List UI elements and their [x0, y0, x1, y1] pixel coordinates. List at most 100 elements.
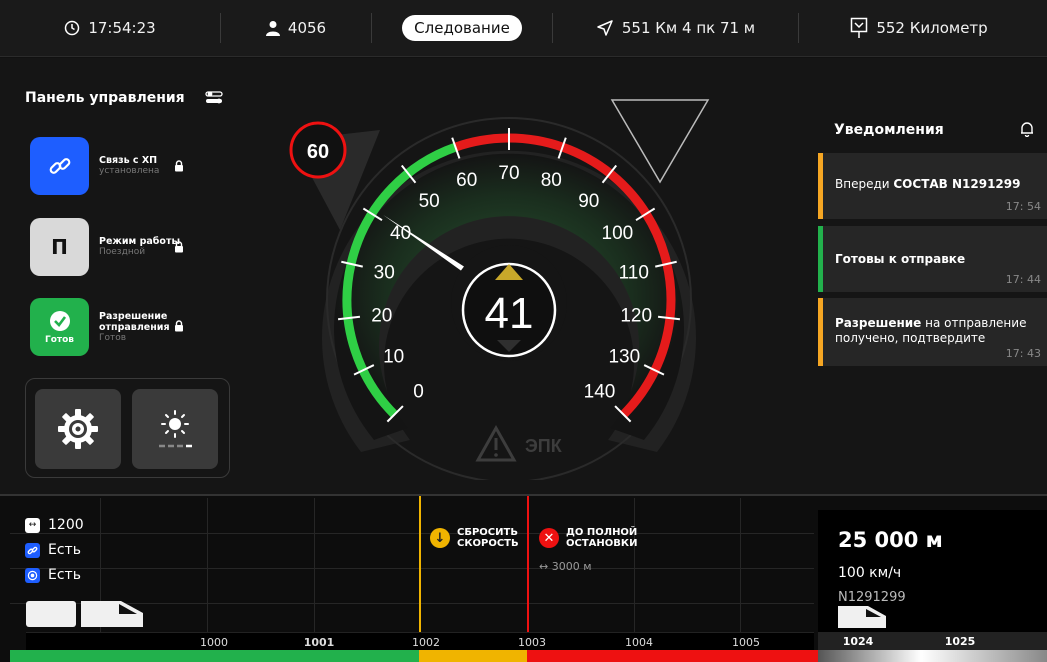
notification-bold: СОСТАВ N1291299 — [893, 177, 1021, 191]
train-length: ↔ 1200 — [25, 517, 84, 533]
driver: 4056 — [221, 0, 371, 57]
mode-badge[interactable]: Следование — [402, 15, 522, 41]
brightness-button[interactable] — [132, 389, 218, 469]
speedometer: 60 0102030405060 70 8090100110120130140 41… — [289, 99, 710, 480]
mode: Следование — [372, 0, 552, 57]
down-arrow-icon: ↓ — [430, 528, 450, 548]
target-train: N1291299 — [838, 590, 906, 605]
locomotive-icon — [838, 606, 886, 628]
gauge-tick-label: 0 — [413, 382, 424, 403]
chain-link-icon — [25, 542, 40, 558]
km-scale: 1000 1001 1002 1003 1004 1005 — [26, 632, 814, 650]
target-icon — [25, 567, 40, 583]
green-zone — [10, 650, 419, 662]
stop-line2: ОСТАНОВКИ — [566, 538, 638, 549]
user-icon — [265, 21, 280, 36]
link-hp-row[interactable]: Связь с ХП установлена — [30, 137, 189, 195]
reduce-speed-marker: ↓ СБРОСИТЬ СКОРОСТЬ — [430, 527, 519, 549]
red-zone — [527, 650, 818, 662]
notification-item[interactable]: Готовы к отправке 17: 44 — [818, 226, 1047, 292]
full-stop-marker: ✕ ДО ПОЛНОЙ ОСТАНОВКИ — [539, 527, 637, 549]
target-speed: 100 км/ч — [838, 565, 902, 581]
signal-status-value: Есть — [48, 567, 81, 583]
gauge-tick-label: 20 — [371, 305, 392, 326]
work-mode-letter: П — [51, 235, 68, 259]
signal-triangle-icon — [610, 99, 710, 184]
notification-item[interactable]: Впереди СОСТАВ N1291299 17: 54 — [818, 153, 1047, 219]
departure-tile-label: Готов — [44, 334, 74, 345]
scale-label: 1004 — [625, 636, 653, 649]
departure-permit-tile[interactable]: Готов — [30, 298, 89, 356]
gauge-tick-label: 50 — [419, 191, 440, 212]
full-stop-line — [527, 496, 529, 650]
signal-indicator: Есть — [25, 567, 81, 583]
gauge-tick-label: 60 — [456, 170, 477, 191]
notification-item[interactable]: Разрешение на отправление получено, подт… — [818, 298, 1047, 366]
notifications-title: Уведомления — [834, 122, 944, 138]
scale-label: 1003 — [518, 636, 546, 649]
status-bar: 17:54:23 4056 Следование 551 Км 4 пк 71 … — [0, 0, 1047, 57]
scale-label: 1005 — [732, 636, 760, 649]
toggle-settings-icon[interactable] — [205, 90, 225, 106]
gauge-tick-label: 100 — [602, 223, 634, 244]
next-point-label: 552 Километр — [876, 19, 988, 37]
departure-permit-row[interactable]: Готов Разрешение отправления Готов — [30, 298, 189, 356]
gauge-tick-label: 80 — [541, 170, 562, 191]
scale-label: 1000 — [200, 636, 228, 649]
check-circle-icon — [49, 310, 70, 331]
control-panel-title: Панель управления — [25, 90, 185, 106]
gear-icon — [58, 409, 98, 449]
notification-time: 17: 43 — [1005, 347, 1041, 360]
scale-label: 1025 — [944, 635, 976, 648]
link-tile[interactable] — [30, 137, 89, 195]
stop-distance-value: 3000 м — [551, 560, 592, 573]
bell-icon[interactable] — [1020, 121, 1034, 137]
notification-bold: Разрешение — [835, 316, 922, 330]
notification-text: Впереди — [835, 177, 894, 191]
lock-icon — [175, 241, 183, 253]
clock-icon — [65, 20, 80, 36]
next-point: 552 Километр — [799, 0, 1039, 57]
milepost-icon — [851, 17, 868, 38]
lock-icon — [175, 320, 183, 332]
current-position: 551 Км 4 пк 71 м — [621, 19, 756, 37]
current-speed: 41 — [485, 289, 534, 338]
work-mode-tile[interactable]: П — [30, 218, 89, 276]
gauge-tick-label: 130 — [608, 347, 640, 368]
lock-icon — [175, 160, 183, 172]
gauge-tick-label: 140 — [584, 382, 616, 403]
reduce-speed-line — [419, 496, 421, 650]
departure-status: Готов — [99, 332, 127, 343]
notification-bold: Готовы к отправке — [835, 252, 966, 266]
driver-id: 4056 — [287, 19, 327, 37]
right-scale: 1024 1025 — [818, 632, 1047, 650]
scale-label: 1024 — [842, 635, 874, 648]
train-car-icon — [26, 601, 76, 627]
gauge-tick-label: 110 — [619, 263, 649, 284]
target-distance: 25 000 м — [838, 528, 943, 552]
speed-limit-value: 60 — [307, 141, 329, 163]
reduce-line2: СКОРОСТЬ — [457, 538, 519, 549]
notification-time: 17: 54 — [1005, 200, 1041, 213]
gauge-tick-label: 30 — [374, 263, 395, 284]
link-indicator: Есть — [25, 542, 81, 558]
stop-line1: ДО ПОЛНОЙ — [566, 527, 638, 538]
position: 551 Км 4 пк 71 м — [553, 0, 798, 57]
current-time: 17:54:23 — [88, 19, 156, 37]
quick-actions — [25, 378, 230, 478]
link-status-value: Есть — [48, 542, 81, 558]
gauge-tick-label: 70 — [498, 163, 519, 184]
brightness-icon — [159, 410, 192, 448]
yellow-zone — [419, 650, 527, 662]
gauge-tick-label: 10 — [383, 347, 404, 368]
epk-label: ЭПК — [525, 436, 563, 456]
notification-time: 17: 44 — [1005, 273, 1041, 286]
gauge-tick-label: 90 — [578, 191, 599, 212]
train-length-value: 1200 — [48, 517, 84, 533]
work-mode-row[interactable]: П Режим работы Поездной — [30, 218, 189, 276]
clock: 17:54:23 — [0, 0, 220, 57]
epk-indicator: ЭПК — [475, 424, 563, 462]
gauge-tick-label: 120 — [620, 305, 652, 326]
settings-button[interactable] — [35, 389, 121, 469]
scale-label: 1002 — [412, 636, 440, 649]
